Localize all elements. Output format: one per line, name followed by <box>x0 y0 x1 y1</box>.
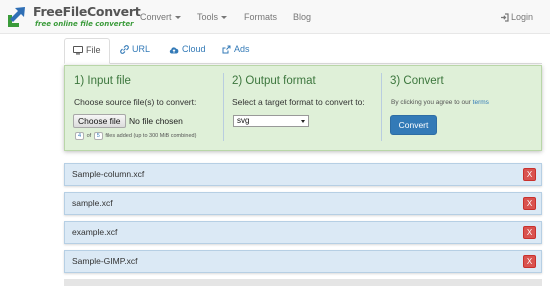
nav-blog[interactable]: Blog <box>293 0 311 34</box>
terms-agreement: By clicking you agree to our terms <box>391 99 489 106</box>
external-link-icon <box>222 45 231 54</box>
login-icon <box>501 13 509 22</box>
link-icon <box>120 45 129 54</box>
nav-tools[interactable]: Tools <box>197 0 228 34</box>
tab-url[interactable]: URL <box>120 38 150 64</box>
conversion-panel: 1) Input file Choose source file(s) to c… <box>64 65 542 151</box>
caret-down-icon <box>221 16 228 20</box>
tab-file-label: File <box>86 45 101 55</box>
file-list-item: Sample-column.xcf X <box>64 163 542 186</box>
file-name: Sample-column.xcf <box>72 169 145 179</box>
nav-formats-label: Formats <box>244 12 278 22</box>
file-list-item: Sample-GIMP.xcf X <box>64 250 542 273</box>
step3-title: 3) Convert <box>390 75 444 87</box>
tab-cloud[interactable]: Cloud <box>169 38 206 64</box>
caret-down-icon <box>174 16 181 20</box>
nav-convert[interactable]: Convert <box>140 0 181 34</box>
tab-file[interactable]: File <box>64 38 110 64</box>
remove-file-button[interactable]: X <box>523 168 536 181</box>
nav-login-label: Login <box>511 12 534 22</box>
remove-file-button[interactable]: X <box>523 197 536 210</box>
tab-url-label: URL <box>132 44 151 54</box>
nav-blog-label: Blog <box>293 12 312 22</box>
cloud-upload-icon <box>169 46 179 54</box>
remove-file-button[interactable]: X <box>523 226 536 239</box>
terms-agreement-text: By clicking you agree to our <box>391 99 471 106</box>
file-name: example.xcf <box>72 227 118 237</box>
content-footer-strip <box>64 279 542 286</box>
step-convert: 3) Convert By clicking you agree to our … <box>65 66 543 152</box>
file-list-item: sample.xcf X <box>64 192 542 215</box>
convert-button[interactable]: Convert <box>390 115 437 135</box>
brand-tagline: free online file converter <box>35 20 134 28</box>
nav-login[interactable]: Login <box>500 0 533 34</box>
nav-tools-label: Tools <box>197 12 219 22</box>
nav-formats[interactable]: Formats <box>244 0 277 34</box>
brand-logo[interactable]: FreeFileConvert free online file convert… <box>6 3 141 31</box>
file-list-item: example.xcf X <box>64 221 542 244</box>
brand-name: FreeFileConvert <box>33 4 141 19</box>
convert-arrows-logo-icon <box>8 7 25 27</box>
top-navbar: FreeFileConvert free online file convert… <box>0 0 550 34</box>
input-source-tabs: File URL Cloud Ads <box>64 38 542 64</box>
file-name: sample.xcf <box>72 198 113 208</box>
tab-ads-label: Ads <box>234 44 250 54</box>
tab-cloud-label: Cloud <box>182 44 206 54</box>
terms-link[interactable]: terms <box>473 99 489 106</box>
remove-file-button[interactable]: X <box>523 255 536 268</box>
file-name: Sample-GIMP.xcf <box>72 256 138 266</box>
nav-convert-label: Convert <box>140 12 172 22</box>
monitor-icon <box>73 46 83 55</box>
tab-ads[interactable]: Ads <box>222 38 250 64</box>
